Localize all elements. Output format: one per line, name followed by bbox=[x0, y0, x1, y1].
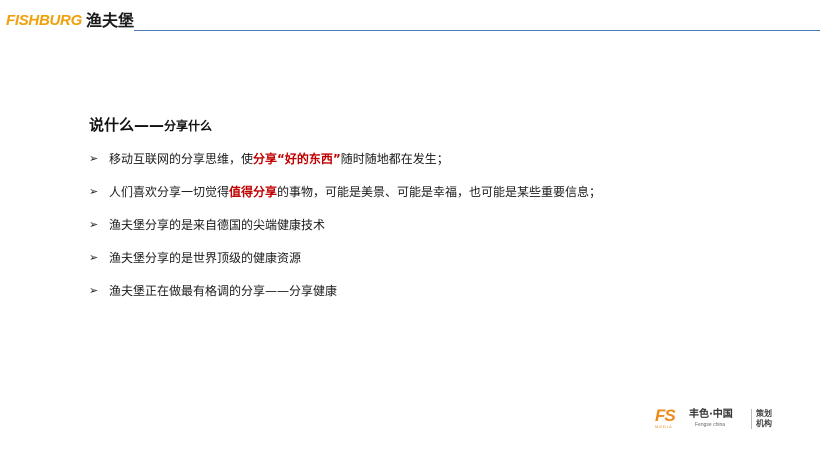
bullet-text: 人们喜欢分享一切觉得值得分享的事物，可能是美景、可能是幸福，也可能是某些重要信息… bbox=[109, 183, 601, 201]
bullet-text-post: 随时随地都在发生； bbox=[340, 152, 449, 166]
fs-logo-small: MEDIA bbox=[655, 424, 673, 429]
bullet-text: 渔夫堡分享的是来自德国的尖端健康技术 bbox=[109, 218, 326, 232]
heading-sub: 分享什么 bbox=[164, 119, 213, 133]
arrow-right-icon: ➢ bbox=[89, 152, 99, 165]
fengse-name-en: Fengse china bbox=[695, 422, 726, 428]
bullet-text: 移动互联网的分享思维，使分享“好的东西”随时随地都在发生； bbox=[109, 150, 449, 168]
arrow-right-icon: ➢ bbox=[89, 185, 99, 198]
bullet-text-pre: 人们喜欢分享一切觉得 bbox=[109, 185, 230, 199]
list-item: ➢ 渔夫堡分享的是世界顶级的健康资源 bbox=[89, 249, 789, 282]
header-divider bbox=[134, 30, 820, 31]
arrow-right-icon: ➢ bbox=[89, 218, 99, 231]
heading-main: 说什么—— bbox=[89, 116, 165, 134]
bullet-text-pre: 移动互联网的分享思维，使 bbox=[109, 152, 254, 166]
bullet-text-post: 的事物，可能是美景、可能是幸福，也可能是某些重要信息； bbox=[277, 185, 602, 199]
list-item: ➢ 人们喜欢分享一切觉得值得分享的事物，可能是美景、可能是幸福，也可能是某些重要… bbox=[89, 183, 789, 216]
arrow-right-icon: ➢ bbox=[89, 284, 99, 297]
bullet-highlight: 分享“好的东西” bbox=[253, 152, 341, 166]
fs-logo-mark: FS bbox=[655, 406, 676, 425]
bullet-text: 渔夫堡分享的是世界顶级的健康资源 bbox=[109, 251, 302, 265]
list-item: ➢ 移动互联网的分享思维，使分享“好的东西”随时随地都在发生； bbox=[89, 150, 789, 183]
section-heading: 说什么——分享什么 bbox=[89, 114, 212, 137]
fengse-china-logo: FS MEDIA 丰色·中国 Fengse china 策划机构 bbox=[655, 406, 785, 432]
bullet-text: 渔夫堡正在做最有格调的分享——分享健康 bbox=[109, 284, 338, 298]
fengse-name: 丰色·中国 bbox=[689, 409, 733, 420]
bullet-highlight: 值得分享 bbox=[229, 185, 278, 199]
fishburg-logo-chinese: 渔夫堡 bbox=[86, 11, 135, 30]
planning-agency-label: 策划机构 bbox=[756, 409, 772, 428]
bullet-list: ➢ 移动互联网的分享思维，使分享“好的东西”随时随地都在发生； ➢ 人们喜欢分享… bbox=[89, 150, 789, 315]
arrow-right-icon: ➢ bbox=[89, 251, 99, 264]
list-item: ➢ 渔夫堡分享的是来自德国的尖端健康技术 bbox=[89, 216, 789, 249]
fishburg-logo: FISHBURG bbox=[6, 12, 82, 29]
header: FISHBURG 渔夫堡 bbox=[0, 0, 821, 40]
list-item: ➢ 渔夫堡正在做最有格调的分享——分享健康 bbox=[89, 282, 789, 315]
footer-divider bbox=[751, 409, 752, 429]
